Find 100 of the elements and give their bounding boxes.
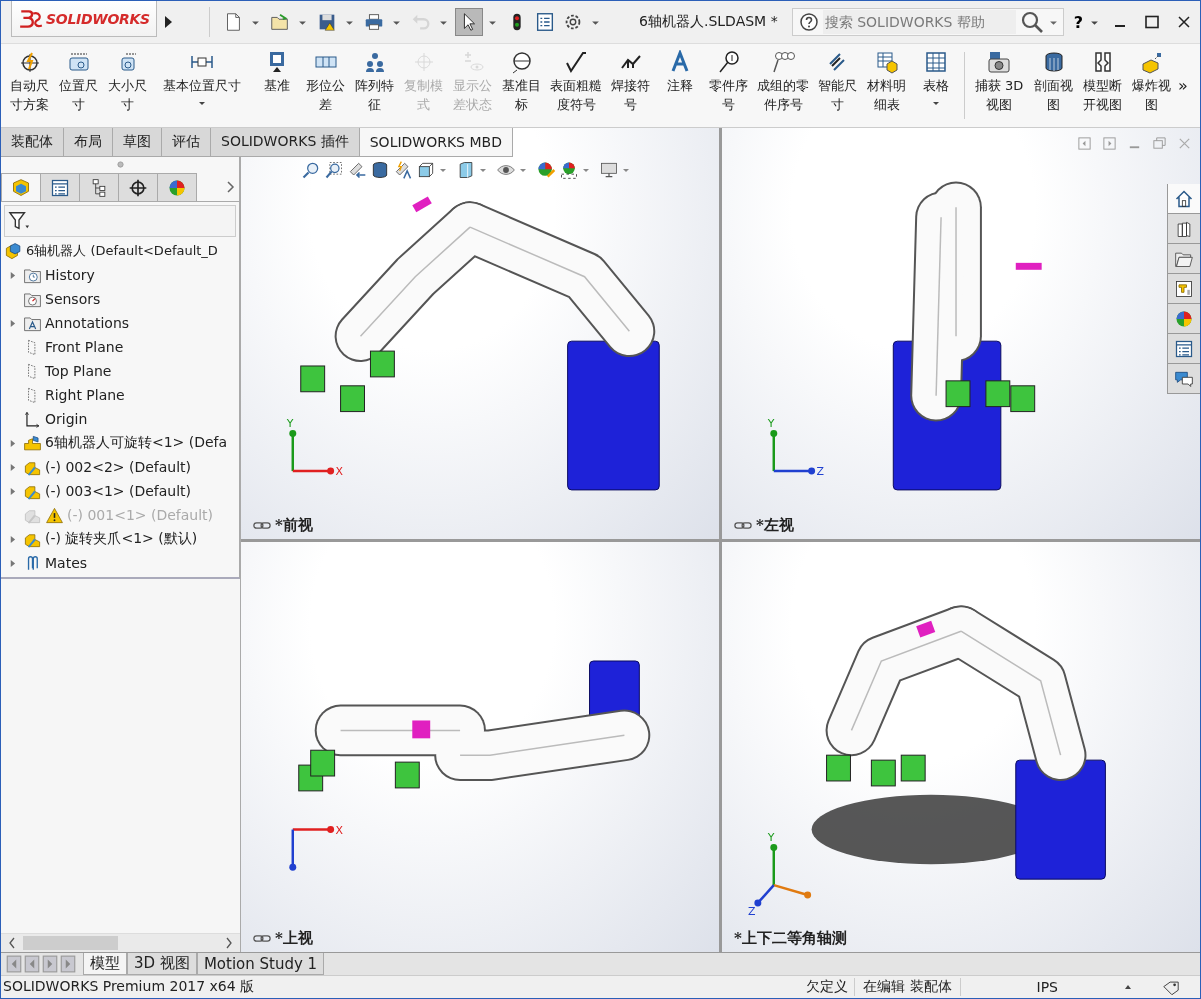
ribbon-button[interactable]: 基准目标	[497, 44, 546, 114]
expand-arrow-icon[interactable]	[8, 438, 16, 448]
axis-label: Y	[767, 830, 775, 844]
status-text: SOLIDWORKS Premium 2017 x64 版	[2, 978, 256, 996]
horizontal-scrollbar[interactable]	[1, 933, 240, 952]
ribbon-tab[interactable]: SOLIDWORKS 插件	[211, 128, 360, 156]
monitor-icon[interactable]	[599, 160, 619, 180]
ribbon-button[interactable]: 模型断开视图	[1078, 44, 1127, 114]
more-tools-button[interactable]: »	[1178, 76, 1188, 95]
ribbon-button[interactable]: 焊接符号	[606, 44, 655, 114]
caret-icon[interactable]	[198, 99, 206, 107]
tree-item[interactable]: 6轴机器人可旋转<1> (Defa	[45, 434, 228, 452]
help-circle-icon[interactable]	[798, 12, 819, 32]
ribbon-button[interactable]: 大小尺寸	[103, 44, 152, 114]
ribbon-tab[interactable]: 布局	[64, 128, 113, 156]
ribbon-button[interactable]: 基本位置尺寸	[152, 44, 252, 107]
tree-item[interactable]: Front Plane	[45, 339, 124, 355]
ribbon-button[interactable]: 材料明细表	[862, 44, 911, 114]
tree-item[interactable]: Annotations	[45, 315, 130, 331]
search-icon[interactable]	[1019, 10, 1044, 34]
ribbon-tab[interactable]: 评估	[162, 128, 211, 156]
app-logo[interactable]: SOLIDWORKS	[11, 1, 157, 37]
library-tab[interactable]	[1168, 214, 1200, 244]
zoom-area-icon[interactable]	[324, 160, 344, 180]
caret-icon[interactable]	[931, 99, 940, 107]
filter-field[interactable]	[4, 205, 236, 237]
document-tab[interactable]: 3D 视图	[127, 953, 197, 975]
units-selector[interactable]: IPS	[1030, 979, 1064, 995]
maximize-icon[interactable]	[1144, 14, 1160, 30]
scroll-right-icon[interactable]	[224, 936, 234, 950]
ribbon-tab[interactable]: SOLIDWORKS MBD	[359, 128, 513, 156]
tree-item[interactable]: Sensors	[45, 291, 101, 307]
ribbon-button[interactable]: 基准	[252, 44, 301, 95]
document-tab[interactable]: 模型	[83, 953, 127, 975]
ribbon-button[interactable]: 注释	[655, 44, 704, 95]
panel-tab[interactable]	[118, 173, 158, 201]
ribbon-button[interactable]: 捕获 3D 视图	[969, 44, 1029, 114]
scroll-left-icon[interactable]	[7, 936, 17, 950]
ribbon-tab[interactable]: 草图	[113, 128, 162, 156]
ribbon-button[interactable]: 智能尺寸	[813, 44, 862, 114]
ribbon-button[interactable]: 表格	[911, 44, 960, 107]
ribbon-button[interactable]: 爆炸视图	[1127, 44, 1176, 114]
file-explorer-tab[interactable]	[1168, 244, 1200, 274]
tree-item[interactable]: Right Plane	[45, 387, 125, 403]
ribbon-button[interactable]: 形位公差	[301, 44, 350, 114]
previous-view-icon[interactable]	[347, 160, 367, 180]
expand-arrow-icon[interactable]	[8, 318, 16, 328]
panel-tab[interactable]	[40, 173, 80, 201]
expand-arrow-icon[interactable]	[8, 534, 16, 544]
panel-tab[interactable]	[79, 173, 119, 201]
graphics-viewport[interactable]: Y Z *上下二等角轴测	[722, 541, 1200, 952]
caret-icon[interactable]	[1124, 983, 1132, 991]
ribbon-button[interactable]: 位置尺寸	[54, 44, 103, 114]
ribbon-tab[interactable]: 装配体	[1, 128, 64, 156]
expand-arrow-icon[interactable]	[8, 558, 16, 568]
document-tab[interactable]: Motion Study 1	[196, 953, 325, 975]
graphics-viewport[interactable]: X *上视	[241, 541, 719, 952]
ribbon-button[interactable]: 表面粗糙度符号	[546, 44, 606, 114]
custom-properties-tab[interactable]	[1168, 334, 1200, 364]
scene-icon[interactable]	[559, 160, 579, 180]
view-label: *左视	[756, 515, 794, 535]
expand-arrow-icon[interactable]	[8, 270, 16, 280]
zoom-fit-icon[interactable]	[301, 160, 321, 180]
view-orientation-icon[interactable]	[416, 160, 436, 180]
close-icon[interactable]	[1176, 14, 1192, 30]
home-tab[interactable]	[1168, 184, 1200, 214]
status-state: 欠定义	[805, 978, 850, 996]
ribbon-button[interactable]: 剖面视图	[1029, 44, 1078, 114]
tree-item[interactable]: (-) 旋转夹爪<1> (默认)	[45, 530, 198, 548]
tree-item[interactable]: 6轴机器人 (Default<Default_D	[26, 242, 218, 260]
tree-item[interactable]: Origin	[45, 411, 88, 427]
tree-item[interactable]: (-) 002<2> (Default)	[45, 459, 192, 475]
expand-arrow-icon[interactable]	[8, 486, 16, 496]
tree-item[interactable]: (-) 003<1> (Default)	[45, 483, 192, 499]
tree-item[interactable]: History	[45, 267, 95, 283]
list-icon	[1174, 338, 1194, 359]
ribbon-button[interactable]: 零件序号	[704, 44, 753, 114]
origin-icon	[23, 409, 42, 429]
search-field[interactable]: 搜索 SOLIDWORKS 帮助	[791, 8, 1064, 36]
tree-item[interactable]: Top Plane	[45, 363, 112, 379]
table-icon	[923, 50, 948, 74]
ribbon-button[interactable]: 阵列特征	[350, 44, 399, 114]
view-label: *前视	[275, 515, 313, 535]
expand-arrow-icon[interactable]	[8, 462, 16, 472]
help-button[interactable]: ?	[1071, 12, 1085, 32]
drag-handle-icon[interactable]	[116, 161, 124, 168]
edit-appearance-icon[interactable]	[536, 160, 556, 180]
ribbon-button[interactable]: 自动尺寸方案	[5, 44, 54, 114]
appearances-tab[interactable]	[1168, 304, 1200, 334]
forum-tab[interactable]	[1168, 364, 1200, 394]
palette-tab[interactable]	[1168, 274, 1200, 304]
expand-menu-icon[interactable]	[163, 15, 173, 29]
chevron-right-icon[interactable]	[225, 180, 235, 194]
cursor-icon[interactable]	[455, 8, 483, 36]
filter-icon[interactable]	[8, 210, 30, 232]
tree-item[interactable]: Mates	[45, 555, 88, 571]
graphics-viewport[interactable]: Y Z *左视	[722, 128, 1200, 539]
ribbon-button[interactable]: 成组的零件序号	[753, 44, 813, 114]
dynamic-annotation-icon[interactable]	[393, 160, 413, 180]
tag-icon[interactable]	[1162, 979, 1180, 995]
